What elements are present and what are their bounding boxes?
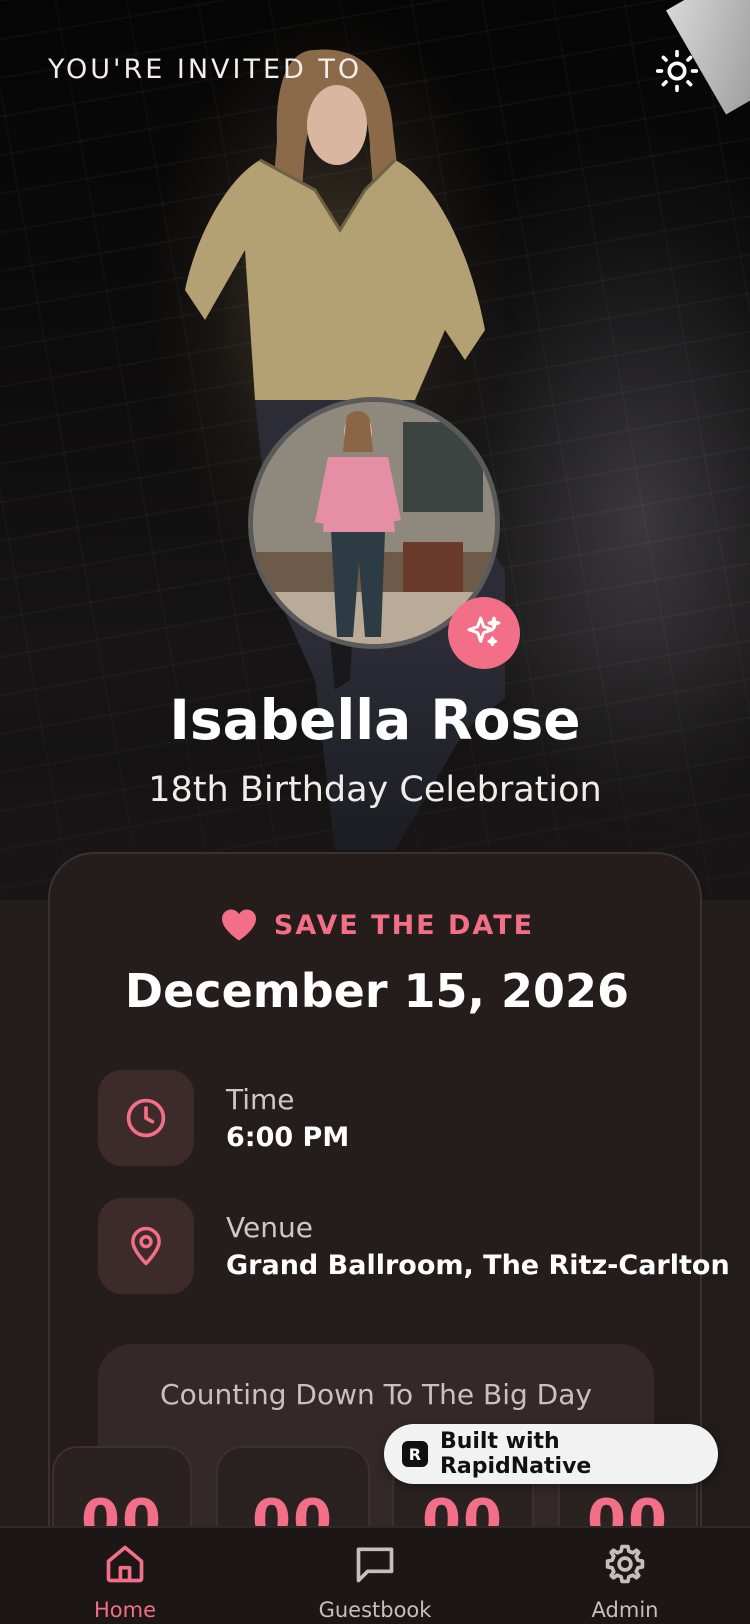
- save-the-date-row: SAVE THE DATE: [50, 908, 704, 942]
- sparkle-badge[interactable]: [448, 597, 520, 669]
- time-icon-box: [98, 1070, 194, 1166]
- nav-label-admin: Admin: [591, 1598, 659, 1622]
- heart-icon: [221, 909, 256, 941]
- time-value: 6:00 PM: [226, 1122, 350, 1153]
- event-subtitle: 18th Birthday Celebration: [148, 770, 602, 810]
- nav-label-home: Home: [93, 1598, 156, 1622]
- map-pin-icon: [131, 1226, 161, 1266]
- hero-section: YOU'RE INVITED TO Isabella Rose 18th Bir…: [0, 0, 750, 900]
- venue-label: Venue: [226, 1211, 313, 1244]
- home-icon: [106, 1545, 144, 1583]
- venue-icon-box: [98, 1198, 194, 1294]
- countdown-title: Counting Down To The Big Day: [160, 1378, 592, 1411]
- time-label: Time: [226, 1083, 295, 1116]
- detail-venue: Venue Grand Ballroom, The Ritz-Carlton: [98, 1198, 730, 1294]
- invitation-screen: YOU'RE INVITED TO Isabella Rose 18th Bir…: [0, 0, 750, 1624]
- sun-icon: [655, 49, 699, 93]
- rapidnative-logo-icon: R: [402, 1441, 428, 1467]
- nav-label-guestbook: Guestbook: [318, 1598, 432, 1622]
- detail-time: Time 6:00 PM: [98, 1070, 349, 1166]
- invited-label: YOU'RE INVITED TO: [48, 54, 363, 85]
- sparkles-icon: [467, 616, 501, 647]
- venue-value: Grand Ballroom, The Ritz-Carlton: [226, 1250, 730, 1281]
- bottom-nav: Home Guestbook Admin: [0, 1526, 750, 1624]
- built-with-badge[interactable]: R Built with RapidNative: [384, 1424, 718, 1484]
- nav-item-home[interactable]: Home: [55, 1542, 195, 1622]
- theme-toggle-button[interactable]: [652, 46, 702, 96]
- time-text: Time 6:00 PM: [226, 1083, 349, 1153]
- clock-icon: [126, 1098, 166, 1138]
- event-date: December 15, 2026: [124, 964, 630, 1018]
- host-name: Isabella Rose: [169, 688, 581, 752]
- nav-item-guestbook[interactable]: Guestbook: [305, 1542, 445, 1622]
- message-square-icon: [356, 1547, 394, 1583]
- save-the-date-label: SAVE THE DATE: [273, 909, 535, 941]
- venue-text: Venue Grand Ballroom, The Ritz-Carlton: [226, 1211, 730, 1281]
- gear-icon: [605, 1544, 645, 1584]
- nav-item-admin[interactable]: Admin: [555, 1542, 695, 1622]
- built-with-label: Built with RapidNative: [439, 1429, 592, 1479]
